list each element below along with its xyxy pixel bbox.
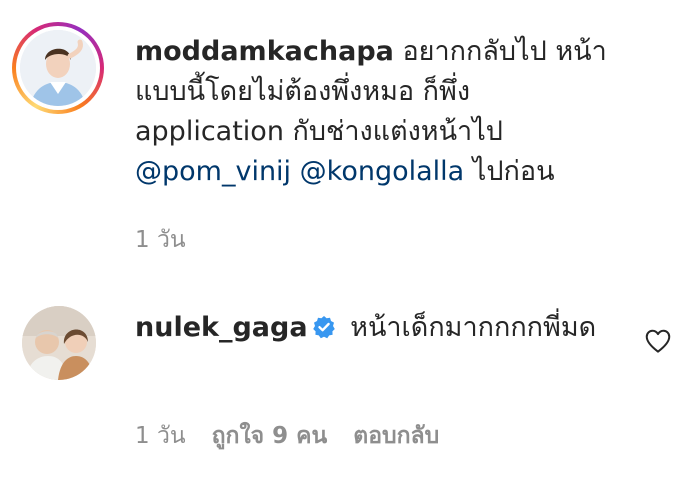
avatar-photo [22,306,96,380]
comment-body: หน้าเด็กมากกกกพี่มด [341,312,597,343]
comment-text: moddamkachapa อยากกลับไป หน้า แบบนี้โดยไ… [135,32,635,192]
comment-meta: 1 วัน ถูกใจ 9 คน ตอบกลับ [135,418,439,454]
comment-thread: moddamkachapa อยากกลับไป หน้า แบบนี้โดยไ… [0,0,697,481]
comment-username[interactable]: moddamkachapa [135,36,394,67]
comment-time[interactable]: 1 วัน [135,423,186,449]
avatar[interactable] [20,30,96,106]
comment-body-line-2: แบบนี้โดยไม่ต้องพึ่งหมอ ก็พึ่ง [135,76,471,107]
reply-button[interactable]: ตอบกลับ [353,423,439,449]
avatar-photo [20,30,96,106]
comment-body-line-3: application กับช่างแต่งหน้าไป [135,116,503,147]
comment-body-line-1: อยากกลับไป หน้า [393,36,607,67]
likes-count[interactable]: ถูกใจ 9 คน [212,423,328,449]
comment-text: nulek_gaga หน้าเด็กมากกกกพี่มด [135,308,605,351]
avatar[interactable] [22,306,96,380]
like-heart-icon[interactable] [643,326,673,356]
story-ring[interactable] [12,22,104,114]
comment-meta: 1 วัน [135,222,186,258]
comment-body-end: ไปก่อน [464,156,555,187]
comment-time[interactable]: 1 วัน [135,227,186,253]
mention-link[interactable]: @pom_vinij [135,156,291,187]
mention-link[interactable]: @kongolalla [300,156,465,187]
verified-badge-icon [312,311,336,351]
comment-username[interactable]: nulek_gaga [135,312,308,343]
